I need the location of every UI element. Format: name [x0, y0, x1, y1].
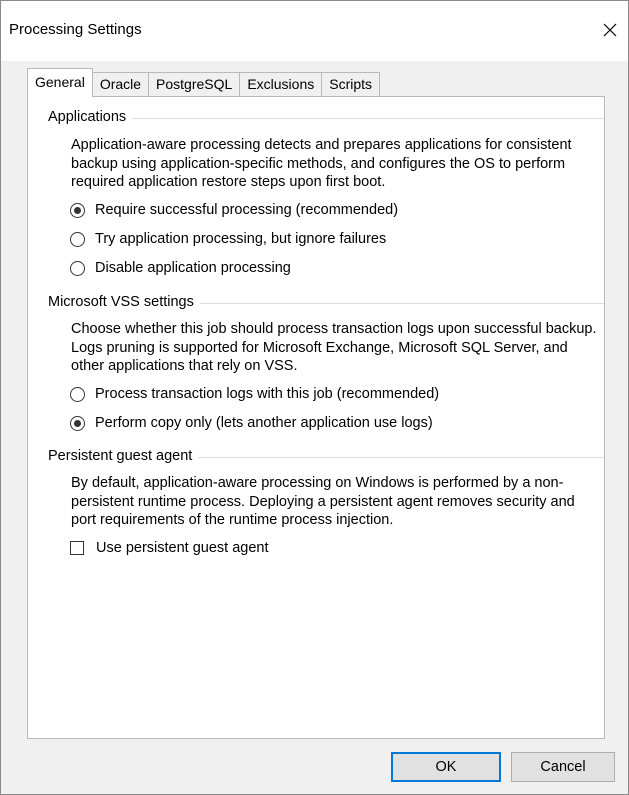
radio-button[interactable] [70, 231, 85, 247]
checkbox-use-persistent-guest-agent[interactable]: Use persistent guest agent [70, 540, 269, 556]
radio-label: Process transaction logs with this job (… [95, 386, 440, 402]
guest-agent-header-label: Persistent guest agent [48, 448, 193, 464]
applications-description: Application-aware processing detects and… [71, 137, 572, 190]
guest-agent-header-rule [198, 456, 604, 458]
guest-agent-description: By default, application-aware processing… [71, 475, 575, 528]
tab-scripts[interactable]: Scripts [321, 72, 381, 97]
checkbox-label: Use persistent guest agent [96, 540, 269, 556]
radio-button[interactable] [70, 260, 85, 276]
radio-require-successful-processing[interactable]: Require successful processing (recommend… [70, 202, 398, 218]
tab-postgresql[interactable]: PostgreSQL [148, 72, 241, 97]
vss-header-rule [199, 302, 604, 304]
radio-label: Require successful processing (recommend… [95, 202, 399, 218]
radio-selected-dot [74, 419, 81, 427]
radio-try-application-processing[interactable]: Try application processing, but ignore f… [70, 231, 386, 247]
radio-button[interactable] [70, 415, 85, 431]
radio-label: Try application processing, but ignore f… [95, 231, 387, 247]
window-title: Processing Settings [9, 21, 142, 38]
radio-disable-application-processing[interactable]: Disable application processing [70, 260, 291, 276]
applications-group-header: Applications [48, 109, 604, 125]
radio-button[interactable] [70, 202, 85, 218]
vss-description: Choose whether this job should process t… [71, 321, 597, 374]
tab-strip: General Oracle PostgreSQL Exclusions Scr… [27, 68, 381, 97]
ok-button[interactable]: OK [391, 752, 501, 782]
tab-general[interactable]: General [27, 68, 93, 97]
close-button[interactable] [592, 15, 628, 45]
checkbox[interactable] [70, 541, 84, 555]
processing-settings-dialog: Processing Settings General Oracle Postg… [0, 0, 629, 795]
radio-selected-dot [74, 206, 81, 214]
radio-label: Disable application processing [95, 260, 291, 276]
radio-perform-copy-only[interactable]: Perform copy only (lets another applicat… [70, 415, 433, 431]
applications-header-label: Applications [48, 109, 127, 125]
radio-process-transaction-logs[interactable]: Process transaction logs with this job (… [70, 386, 439, 402]
vss-group-header: Microsoft VSS settings [48, 294, 604, 310]
radio-label: Perform copy only (lets another applicat… [95, 415, 433, 431]
tab-exclusions[interactable]: Exclusions [239, 72, 323, 97]
close-icon [603, 23, 617, 37]
vss-header-label: Microsoft VSS settings [48, 294, 194, 310]
radio-button[interactable] [70, 386, 85, 402]
tab-oracle[interactable]: Oracle [91, 72, 150, 97]
cancel-button[interactable]: Cancel [511, 752, 615, 782]
title-bar: Processing Settings [1, 1, 628, 61]
applications-header-rule [132, 117, 604, 119]
guest-agent-group-header: Persistent guest agent [48, 448, 604, 464]
